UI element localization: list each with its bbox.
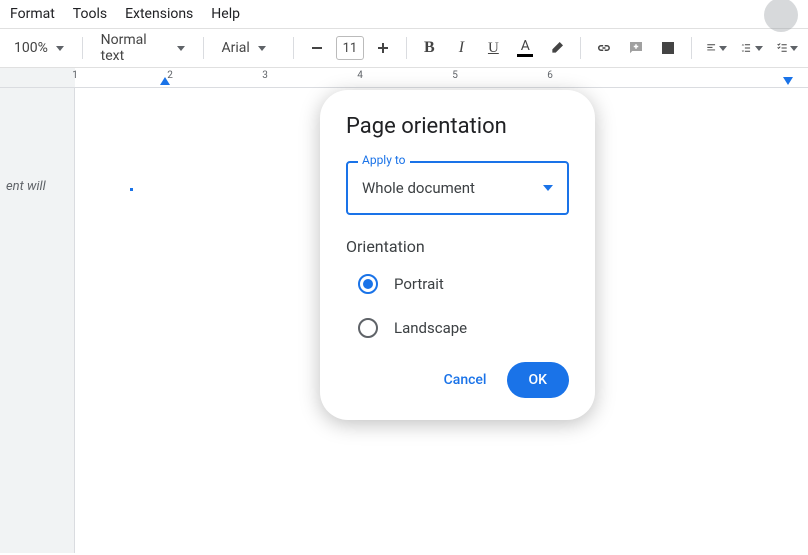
ruler-tick: 1 — [72, 70, 78, 81]
menu-bar: Format Tools Extensions Help — [0, 0, 808, 28]
chevron-down-icon — [543, 185, 553, 191]
apply-to-label: Apply to — [358, 153, 410, 167]
highlight-color-button[interactable] — [544, 35, 570, 61]
zoom-dropdown[interactable]: 100% — [6, 34, 72, 62]
orientation-landscape-label: Landscape — [394, 319, 467, 337]
font-value: Arial — [221, 40, 249, 56]
apply-to-value: Whole document — [362, 179, 475, 197]
cancel-button[interactable]: Cancel — [432, 364, 499, 396]
italic-button[interactable]: I — [448, 35, 474, 61]
font-size-value: 11 — [343, 41, 358, 56]
orientation-option-portrait[interactable]: Portrait — [346, 274, 569, 294]
separator — [691, 37, 692, 59]
radio-selected-icon — [358, 274, 378, 294]
increase-font-size-button[interactable] — [370, 35, 396, 61]
menu-tools[interactable]: Tools — [73, 6, 107, 22]
chevron-down-icon — [719, 46, 727, 51]
ruler[interactable]: 1 2 3 4 5 6 — [0, 68, 808, 88]
font-size-input[interactable]: 11 — [336, 36, 363, 60]
paragraph-style-dropdown[interactable]: Normal text — [93, 34, 193, 62]
font-dropdown[interactable]: Arial — [213, 34, 283, 62]
underline-button[interactable]: U — [480, 35, 506, 61]
orientation-option-landscape[interactable]: Landscape — [346, 318, 569, 338]
menu-format[interactable]: Format — [10, 6, 55, 22]
insert-image-button[interactable] — [655, 35, 681, 61]
chevron-down-icon — [755, 46, 763, 51]
ruler-tick: 4 — [357, 70, 363, 81]
paragraph-style-value: Normal text — [101, 32, 169, 64]
separator — [406, 37, 407, 59]
orientation-label: Orientation — [346, 237, 569, 256]
separator — [203, 37, 204, 59]
dialog-title: Page orientation — [346, 114, 569, 139]
decrease-font-size-button[interactable] — [304, 35, 330, 61]
text-cursor — [130, 188, 133, 191]
insert-link-button[interactable] — [591, 35, 617, 61]
ok-button[interactable]: OK — [507, 362, 570, 398]
chevron-down-icon — [177, 46, 185, 51]
outline-pane: ent will — [0, 88, 75, 553]
ruler-tick: 3 — [262, 70, 268, 81]
checklist-button[interactable] — [773, 35, 802, 61]
chevron-down-icon — [790, 46, 798, 51]
ruler-tick: 5 — [452, 70, 458, 81]
menu-help[interactable]: Help — [211, 6, 240, 22]
page-orientation-dialog: Page orientation Apply to Whole document… — [320, 90, 595, 420]
orientation-portrait-label: Portrait — [394, 275, 444, 293]
text-color-button[interactable]: A — [512, 35, 538, 61]
apply-to-select[interactable]: Apply to Whole document — [346, 161, 569, 215]
chevron-down-icon — [56, 46, 64, 51]
separator — [293, 37, 294, 59]
dialog-actions: Cancel OK — [346, 362, 569, 398]
left-indent-marker[interactable] — [160, 77, 170, 85]
zoom-value: 100% — [14, 40, 48, 56]
bold-button[interactable]: B — [416, 35, 442, 61]
toolbar: 100% Normal text Arial 11 B I U A — [0, 28, 808, 68]
line-spacing-button[interactable] — [737, 35, 766, 61]
separator — [580, 37, 581, 59]
outline-hint: ent will — [6, 178, 66, 196]
menu-extensions[interactable]: Extensions — [125, 6, 193, 22]
chevron-down-icon — [258, 46, 266, 51]
right-indent-marker[interactable] — [783, 77, 793, 85]
separator — [82, 37, 83, 59]
align-button[interactable] — [702, 35, 731, 61]
radio-unselected-icon — [358, 318, 378, 338]
ruler-tick: 6 — [547, 70, 553, 81]
add-comment-button[interactable] — [623, 35, 649, 61]
